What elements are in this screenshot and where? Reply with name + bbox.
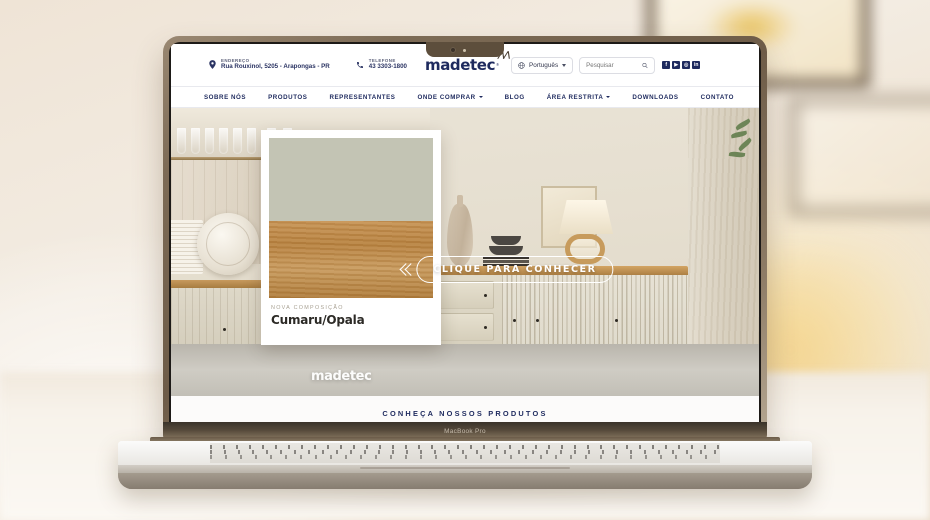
product-card-title: Cumaru/Opala — [271, 313, 365, 327]
laptop-mockup: ENDEREÇO Rua Rouxinol, 5205 - Arapongas … — [0, 0, 930, 520]
linkedin-icon[interactable]: in — [692, 61, 701, 69]
browser-screen: ENDEREÇO Rua Rouxinol, 5205 - Arapongas … — [171, 44, 759, 430]
laptop-base — [118, 441, 812, 489]
main-navigation: SOBRE NÓS PRODUTOS REPRESENTANTES ONDE C… — [171, 86, 759, 108]
nav-item-representantes[interactable]: REPRESENTANTES — [318, 94, 406, 101]
nav-item-downloads[interactable]: DOWNLOADS — [621, 94, 689, 101]
chevron-down-icon — [478, 96, 483, 98]
webcam-notch — [426, 42, 504, 57]
nav-item-produtos[interactable]: PRODUTOS — [257, 94, 318, 101]
globe-icon — [518, 61, 525, 69]
nav-item-sobre-nos[interactable]: SOBRE NÓS — [193, 94, 257, 101]
phone-block: TELEFONE 43 3303-1800 — [356, 58, 407, 71]
products-section-heading: CONHEÇA NOSSOS PRODUTOS — [382, 408, 548, 418]
language-selector[interactable]: Português — [511, 56, 574, 74]
social-links: f ▶ ◎ in — [662, 61, 701, 69]
search-box[interactable] — [579, 56, 656, 74]
instagram-icon[interactable]: ◎ — [682, 61, 691, 69]
trackpad[interactable] — [360, 467, 570, 469]
nav-label: SOBRE NÓS — [204, 93, 247, 101]
address-value: Rua Rouxinol, 5205 - Arapongas - PR — [221, 62, 330, 70]
product-card-meta: NOVA COMPOSIÇÃO Cumaru/Opala — [269, 298, 433, 327]
nav-label: ÁREA RESTRITA — [546, 93, 604, 101]
plant-decor — [717, 116, 757, 186]
hero-banner[interactable]: NOVA COMPOSIÇÃO Cumaru/Opala CLIQUE PARA… — [171, 108, 759, 396]
product-card-eyebrow: NOVA COMPOSIÇÃO — [271, 305, 344, 311]
nav-label: PRODUTOS — [268, 93, 308, 101]
nav-label: BLOG — [504, 93, 525, 101]
chevron-down-icon — [606, 96, 611, 98]
nav-label: CONTATO — [700, 93, 735, 101]
keyboard[interactable] — [210, 443, 720, 463]
nav-label: DOWNLOADS — [632, 93, 679, 101]
lamp-shade — [559, 200, 614, 234]
map-pin-icon — [209, 60, 216, 70]
search-input[interactable] — [586, 61, 639, 69]
laptop-lid: ENDEREÇO Rua Rouxinol, 5205 - Arapongas … — [163, 36, 767, 440]
hero-cta-group: CLIQUE PARA CONHECER — [399, 256, 614, 283]
laptop-bezel: ENDEREÇO Rua Rouxinol, 5205 - Arapongas … — [169, 42, 761, 432]
logo-registered-mark: ® — [496, 62, 500, 67]
site-logo[interactable]: madetec ® ⋀⋀ — [424, 50, 510, 74]
nav-item-contato[interactable]: CONTATO — [690, 94, 745, 101]
phone-icon — [356, 61, 363, 68]
hero-room-photo — [171, 108, 759, 396]
hero-watermark-logo: madetec — [311, 369, 372, 384]
chevron-down-icon — [562, 63, 567, 67]
nav-item-onde-comprar[interactable]: ONDE COMPRAR — [406, 94, 493, 101]
floor — [171, 344, 759, 396]
product-card[interactable]: NOVA COMPOSIÇÃO Cumaru/Opala — [261, 130, 441, 345]
facebook-icon[interactable]: f — [662, 61, 671, 69]
nav-label: REPRESENTANTES — [329, 93, 396, 101]
camera-icon — [450, 47, 456, 53]
youtube-icon[interactable]: ▶ — [672, 61, 681, 69]
nav-label: ONDE COMPRAR — [417, 93, 476, 101]
address-block: ENDEREÇO Rua Rouxinol, 5205 - Arapongas … — [209, 58, 330, 71]
nav-item-area-restrita[interactable]: ÁREA RESTRITA — [536, 94, 622, 101]
nav-item-blog[interactable]: BLOG — [494, 94, 536, 101]
chevron-left-icon[interactable] — [399, 263, 418, 276]
device-label: MacBook Pro — [444, 427, 486, 435]
search-icon[interactable] — [642, 62, 648, 69]
cta-button[interactable]: CLIQUE PARA CONHECER — [416, 256, 614, 283]
laptop-base-front — [118, 473, 812, 489]
swatch-opala-color — [269, 138, 433, 222]
phone-value: 43 3303-1800 — [368, 62, 407, 70]
decorative-plate — [197, 213, 259, 275]
logo-text: madetec — [424, 56, 496, 74]
camera-indicator-icon — [463, 49, 466, 52]
laptop-base-top — [118, 441, 812, 469]
language-label: Português — [529, 61, 559, 69]
